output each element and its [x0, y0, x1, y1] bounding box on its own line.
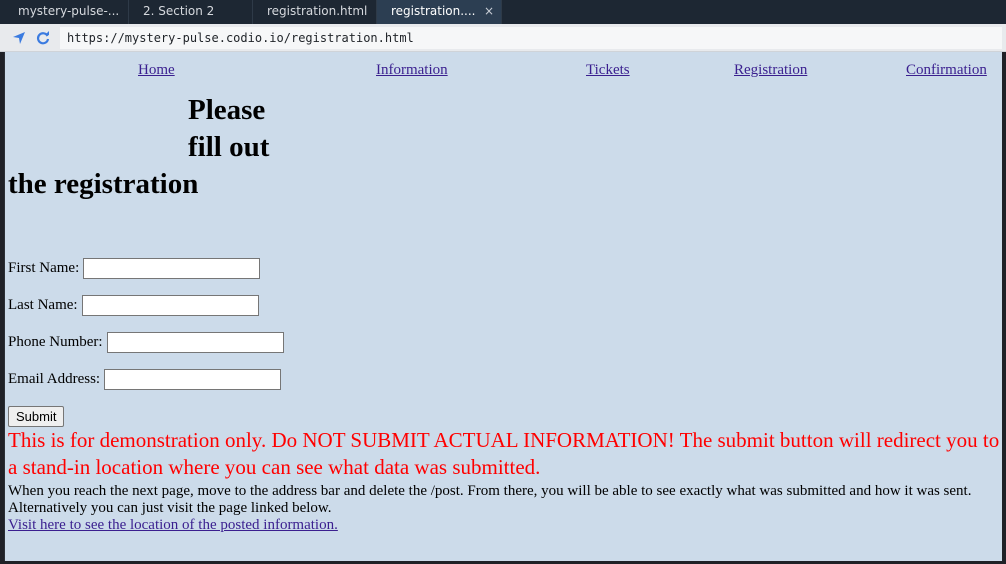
email-address-row: Email Address: [8, 368, 282, 391]
email-address-field[interactable] [104, 369, 282, 391]
tab-label: 2. Section 2 [143, 4, 215, 18]
navigate-icon[interactable] [12, 31, 26, 50]
url-field[interactable]: https://mystery-pulse.codio.io/registrat… [60, 27, 1002, 49]
nav-link-information[interactable]: Information [376, 62, 448, 79]
tab-section-2[interactable]: 2. Section 2 [129, 0, 253, 24]
first-name-field[interactable] [83, 258, 261, 280]
nav-link-registration[interactable]: Registration [734, 62, 807, 79]
submit-button[interactable]: Submit [8, 406, 65, 427]
demo-warning-text: This is for demonstration only. Do NOT S… [8, 428, 1000, 479]
first-name-row: First Name: [8, 257, 261, 280]
page-content: Home Information Tickets Registration Co… [4, 52, 1002, 561]
tab-mystery-pulse[interactable]: mystery-pulse-... [0, 0, 129, 24]
nav-link-confirmation[interactable]: Confirmation [906, 62, 987, 79]
tab-label: mystery-pulse-... [18, 4, 120, 18]
tab-label: registration.... [391, 4, 476, 18]
last-name-row: Last Name: [8, 294, 259, 317]
tab-label: registration.html [267, 4, 368, 18]
instructions-text: When you reach the next page, move to th… [8, 483, 972, 516]
phone-number-label: Phone Number: [8, 334, 103, 350]
email-address-label: Email Address: [8, 371, 101, 387]
refresh-icon[interactable] [36, 31, 50, 50]
window-frame-right [1002, 52, 1006, 564]
last-name-field[interactable] [81, 295, 259, 317]
tab-registration-html[interactable]: registration.html [253, 0, 377, 24]
close-icon[interactable]: × [484, 0, 494, 23]
tab-registration-active[interactable]: registration.... × [377, 0, 502, 24]
posted-info-link[interactable]: Visit here to see the location of the po… [8, 517, 338, 534]
browser-tab-bar: mystery-pulse-... 2. Section 2 registrat… [0, 0, 1006, 24]
page-title-line-3: the registration [8, 168, 199, 200]
phone-number-row: Phone Number: [8, 331, 284, 354]
phone-number-field[interactable] [106, 332, 284, 354]
nav-link-home[interactable]: Home [138, 62, 175, 79]
page-title-line-2: fill out [188, 131, 270, 163]
nav-link-tickets[interactable]: Tickets [586, 62, 630, 79]
first-name-label: First Name: [8, 260, 80, 276]
last-name-label: Last Name: [8, 297, 78, 313]
address-bar-row: https://mystery-pulse.codio.io/registrat… [0, 24, 1006, 52]
page-title-line-1: Please [188, 94, 266, 126]
